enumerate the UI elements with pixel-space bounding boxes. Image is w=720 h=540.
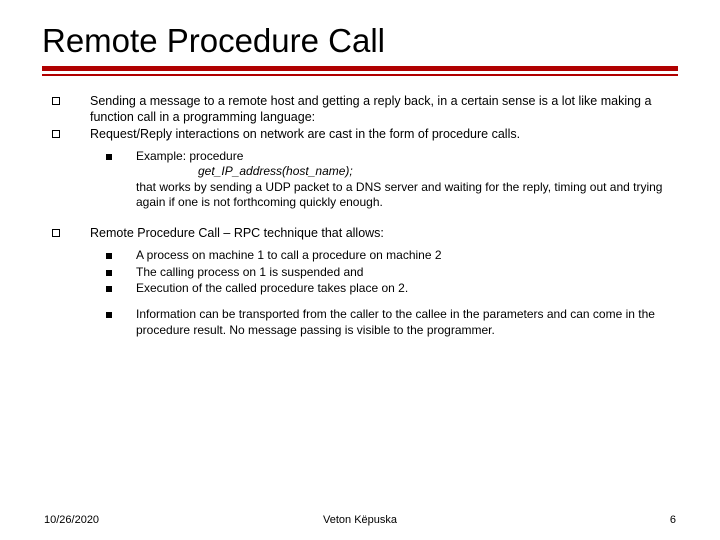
example-code: get_IP_address(host_name); bbox=[136, 164, 668, 179]
square-bullet-icon bbox=[52, 127, 90, 143]
square-bullet-icon bbox=[52, 226, 90, 242]
sub-bullet-item: The calling process on 1 is suspended an… bbox=[106, 265, 668, 280]
footer-author: Veton Këpuska bbox=[255, 514, 466, 526]
sub-bullet-item: Information can be transported from the … bbox=[106, 307, 668, 338]
footer-date: 10/26/2020 bbox=[44, 514, 255, 526]
slide: Remote Procedure Call Sending a message … bbox=[0, 0, 720, 540]
bullet-text: Remote Procedure Call – RPC technique th… bbox=[90, 226, 668, 242]
bullet-text: Sending a message to a remote host and g… bbox=[90, 94, 668, 125]
square-bullet-icon bbox=[52, 94, 90, 125]
bullet-text: Request/Reply interactions on network ar… bbox=[90, 127, 668, 143]
filled-square-bullet-icon bbox=[106, 281, 136, 296]
filled-square-bullet-icon bbox=[106, 265, 136, 280]
filled-square-bullet-icon bbox=[106, 307, 136, 338]
sub-bullet-text: The calling process on 1 is suspended an… bbox=[136, 265, 668, 280]
example-lead: Example: procedure bbox=[136, 149, 243, 163]
sub-bullet-text: Information can be transported from the … bbox=[136, 307, 668, 338]
content-area: Sending a message to a remote host and g… bbox=[0, 86, 720, 338]
slide-title: Remote Procedure Call bbox=[0, 0, 720, 66]
sub-bullet-text: Execution of the called procedure takes … bbox=[136, 281, 668, 296]
bullet-item: Remote Procedure Call – RPC technique th… bbox=[52, 226, 668, 242]
filled-square-bullet-icon bbox=[106, 149, 136, 210]
sub-bullet-item: A process on machine 1 to call a procedu… bbox=[106, 248, 668, 263]
sub-bullet-item: Execution of the called procedure takes … bbox=[106, 281, 668, 296]
sub-bullet-item: Example: procedure get_IP_address(host_n… bbox=[106, 149, 668, 210]
filled-square-bullet-icon bbox=[106, 248, 136, 263]
sub-bullet-text: Example: procedure get_IP_address(host_n… bbox=[136, 149, 668, 210]
footer-page-number: 6 bbox=[465, 514, 676, 526]
example-tail: that works by sending a UDP packet to a … bbox=[136, 180, 662, 209]
bullet-item: Request/Reply interactions on network ar… bbox=[52, 127, 668, 143]
sub-bullet-text: A process on machine 1 to call a procedu… bbox=[136, 248, 668, 263]
title-underline bbox=[0, 66, 720, 86]
bullet-item: Sending a message to a remote host and g… bbox=[52, 94, 668, 125]
footer: 10/26/2020 Veton Këpuska 6 bbox=[0, 514, 720, 526]
